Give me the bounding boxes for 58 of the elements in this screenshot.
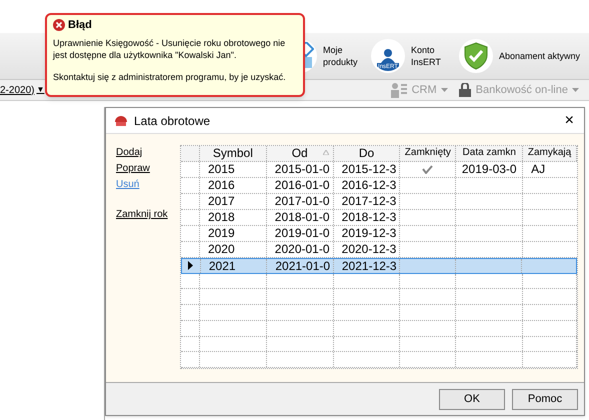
table-cell: 2021	[200, 258, 268, 273]
toolbar-button[interactable]: Abonament aktywny	[499, 50, 585, 62]
row-pointer-icon	[188, 261, 194, 270]
error-icon	[53, 19, 65, 31]
table-cell: 2018	[200, 210, 267, 225]
table-cell: 2015	[200, 162, 267, 177]
action-link[interactable]: Usuń	[116, 177, 140, 193]
table-cell: 2020-01-0	[266, 242, 334, 257]
tooltip-title: Błąd	[68, 19, 92, 31]
table-cell: 2017-12-3	[334, 194, 400, 209]
table-row[interactable]: 2016 2016-01-0 2016-12-3	[181, 178, 577, 194]
error-hint: Skontaktuj się z administratorem programu, by je uzyskać.	[53, 71, 286, 83]
column-header[interactable]: Symbol	[200, 146, 267, 161]
table-cell: 2019-03-0	[462, 162, 517, 177]
shield-check-icon	[463, 42, 489, 70]
lock-icon	[458, 83, 472, 97]
table-cell: 2015-01-0	[266, 162, 334, 177]
caret-icon	[572, 88, 579, 92]
column-header[interactable]: Zamknięty	[400, 146, 456, 161]
caret-icon	[440, 88, 448, 92]
table-row[interactable]: 2017 2017-01-0 2017-12-3	[181, 194, 577, 210]
app-logo-icon	[114, 114, 128, 126]
table-row[interactable]: 2015 2015-01-0 2015-12-3 2019-03-0 AJ	[181, 162, 577, 178]
table-cell: 2018-01-0	[266, 210, 334, 225]
person-list-icon	[390, 82, 408, 98]
table-cell: 2018-12-3	[334, 210, 400, 225]
column-header[interactable]: Od	[266, 146, 334, 161]
table-cell: AJ	[531, 162, 546, 177]
table-row[interactable]: 2018 2018-01-0 2018-12-3	[181, 210, 577, 226]
action-link[interactable]: Dodaj	[116, 145, 142, 161]
table-row[interactable]: 2021 2021-01-0 2021-12-3	[181, 258, 577, 274]
table-cell: 2021-01-0	[267, 258, 334, 273]
table-cell: 2021-12-3	[334, 258, 400, 273]
table-cell: 2017	[200, 194, 267, 209]
toolbar-button[interactable]: Moje produkty	[323, 44, 361, 68]
dialog-title: Lata obrotowe	[134, 112, 210, 130]
action-link[interactable]: Zamknij rok	[116, 207, 168, 223]
column-header[interactable]: Data zamkn	[456, 146, 524, 161]
error-message: Uprawnienie Księgowość - Usunięcie roku obrotowego nie jest dostępne dla użytkownika "Kowalski Jan".	[53, 37, 286, 61]
column-header[interactable]: Zamykają	[523, 146, 577, 161]
table-cell: 2015-12-3	[334, 162, 400, 177]
table-cell: 2020-12-3	[334, 242, 400, 257]
action-link[interactable]: Popraw	[116, 161, 150, 177]
dialog-button[interactable]: OK	[439, 388, 505, 410]
table-cell: 2016-12-3	[334, 178, 400, 193]
table-row[interactable]: 2019 2019-01-0 2019-12-3	[181, 226, 577, 242]
toolbar-button[interactable]: Konto InsERT	[411, 44, 449, 68]
table-cell: 2019	[200, 226, 267, 241]
table-cell: 2020	[200, 242, 267, 257]
table-cell: 2016	[200, 178, 267, 193]
dialog-button[interactable]: Pomoc	[512, 388, 578, 410]
column-header[interactable]: Do	[334, 146, 400, 161]
table-cell: 2019-01-0	[266, 226, 334, 241]
close-button[interactable]: ×	[562, 112, 576, 128]
table-cell: 2017-01-0	[266, 194, 334, 209]
table-cell: 2016-01-0	[266, 178, 334, 193]
table-cell: 2019-12-3	[334, 226, 400, 241]
period-dropdown[interactable]: 2-2020) ▼	[0, 82, 44, 98]
